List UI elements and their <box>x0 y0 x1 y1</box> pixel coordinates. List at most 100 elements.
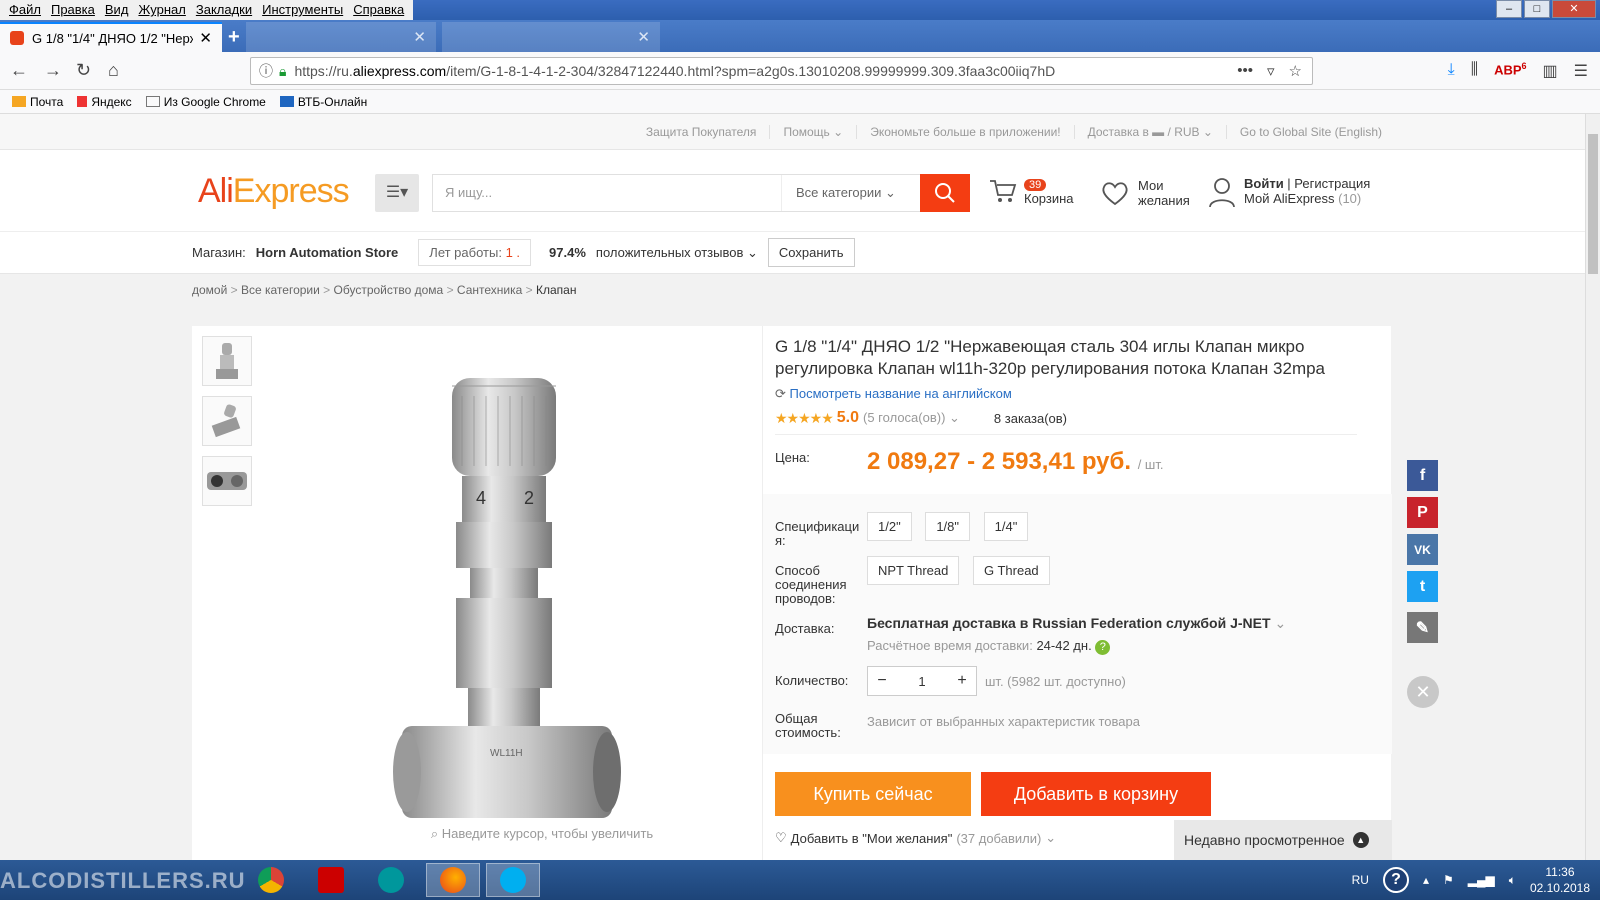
quantity-minus-button[interactable]: − <box>868 667 896 695</box>
volume-icon[interactable]: 🔈︎ <box>1509 873 1516 888</box>
spec-option-1-2[interactable]: 1/2" <box>867 512 912 541</box>
search-category-select[interactable]: Все категории ⌄ <box>782 175 920 211</box>
price-label: Цена: <box>775 450 810 465</box>
breadcrumb-home-improvement[interactable]: Обустройство дома <box>334 283 444 297</box>
vk-icon[interactable]: VK <box>1407 534 1438 565</box>
login-link[interactable]: Войти <box>1244 176 1284 191</box>
menu-edit[interactable]: Правка <box>46 0 100 20</box>
bookmark-mail[interactable]: Почта <box>12 95 63 109</box>
breadcrumb-home[interactable]: домой <box>192 283 227 297</box>
edit-pencil-icon[interactable]: ✎ <box>1407 612 1438 643</box>
add-to-cart-button[interactable]: Добавить в корзину <box>981 772 1211 816</box>
bookmark-vtb[interactable]: ВТБ-Онлайн <box>279 95 367 109</box>
connection-g-thread[interactable]: G Thread <box>972 556 1050 585</box>
library-icon[interactable]: ⫼ <box>1471 61 1478 81</box>
thumbnail-1[interactable] <box>202 336 252 386</box>
recently-viewed-bar[interactable]: Недавно просмотренное ▲ <box>1174 820 1392 860</box>
bookmark-yandex[interactable]: Яндекс <box>77 95 132 109</box>
save-store-button[interactable]: Сохранить <box>767 238 855 267</box>
language-indicator[interactable]: RU <box>1352 873 1369 887</box>
taskbar-chrome[interactable] <box>244 863 298 897</box>
flag-icon[interactable]: ⚑ <box>1443 873 1454 887</box>
scrollbar-thumb[interactable] <box>1588 134 1598 274</box>
breadcrumb-all-categories[interactable]: Все категории <box>241 283 320 297</box>
thumbnail-2[interactable] <box>202 396 252 446</box>
tray-expand-icon[interactable]: ▴ <box>1423 873 1429 887</box>
adblock-icon[interactable]: ABP6 <box>1494 61 1526 81</box>
breadcrumb-plumbing[interactable]: Сантехника <box>457 283 522 297</box>
forward-arrow-icon[interactable]: → <box>44 60 62 81</box>
back-arrow-icon[interactable]: ← <box>10 60 28 81</box>
menu-bookmarks[interactable]: Закладки <box>191 0 257 20</box>
global-site-link[interactable]: Go to Global Site (English) <box>1227 125 1395 139</box>
minimize-button[interactable]: – <box>1496 0 1522 18</box>
cart-link[interactable]: 39 Корзина <box>988 176 1074 206</box>
help-icon[interactable]: ? <box>1095 640 1111 655</box>
info-icon[interactable]: ⓘ <box>259 61 273 81</box>
taskbar-acrobat[interactable] <box>304 863 358 897</box>
page-actions-icon[interactable]: ••• <box>1237 62 1253 80</box>
spec-option-1-4[interactable]: 1/4" <box>983 512 1029 541</box>
facebook-icon[interactable]: f <box>1407 460 1438 491</box>
reload-icon[interactable]: ↻ <box>76 60 91 81</box>
signal-icon[interactable]: ▂▄▆ <box>1468 873 1495 887</box>
download-icon[interactable]: ⤓ <box>1448 61 1455 81</box>
wishlist-dropdown-icon[interactable]: ⌄ <box>1045 830 1056 846</box>
spec-option-1-8[interactable]: 1/8" <box>925 512 970 541</box>
hamburger-menu-icon[interactable]: ☰ <box>1574 61 1588 81</box>
connection-npt-thread[interactable]: NPT Thread <box>867 556 960 585</box>
page-scrollbar[interactable] <box>1585 114 1600 860</box>
taskbar-firefox[interactable] <box>426 863 480 897</box>
search-input[interactable]: Я ищу... <box>433 175 782 211</box>
menu-help[interactable]: Справка <box>348 0 409 20</box>
clock[interactable]: 11:36 02.10.2018 <box>1530 864 1590 896</box>
tab-background-2[interactable]: ✕ <box>442 22 660 52</box>
translate-title-link[interactable]: ⟳ Посмотреть название на английском <box>775 386 1012 402</box>
menu-file[interactable]: Файл <box>4 0 46 20</box>
close-share-icon[interactable]: ✕ <box>1407 676 1439 708</box>
ship-to-selector[interactable]: Доставка в ▬ / RUB ⌄ <box>1075 125 1227 139</box>
bookmark-star-icon[interactable]: ☆ <box>1289 62 1302 80</box>
help-menu[interactable]: Помощь ⌄ <box>770 125 858 139</box>
pocket-icon[interactable]: ▿ <box>1267 62 1275 80</box>
help-icon[interactable]: ? <box>1382 867 1409 893</box>
store-name-link[interactable]: Horn Automation Store <box>256 245 399 260</box>
tab-close-icon[interactable]: ✕ <box>413 28 426 46</box>
thumbnail-3[interactable] <box>202 456 252 506</box>
menu-view[interactable]: Вид <box>100 0 134 20</box>
product-main-image[interactable]: 4 2 WL11H ⌕ Наведите курсор, чтобы увели… <box>262 326 754 860</box>
quantity-plus-button[interactable]: + <box>948 667 976 695</box>
register-link[interactable]: Регистрация <box>1294 176 1370 191</box>
pinterest-icon[interactable]: P <box>1407 497 1438 528</box>
tab-close-icon[interactable]: ✕ <box>637 28 650 46</box>
maximize-button[interactable]: □ <box>1524 0 1550 18</box>
aliexpress-logo[interactable]: AliExpress <box>198 172 350 211</box>
positive-feedback-label[interactable]: положительных отзывов ⌄ <box>596 245 758 261</box>
sidebar-icon[interactable]: ▥ <box>1543 61 1558 81</box>
bookmark-folder-chrome[interactable]: Из Google Chrome <box>145 95 266 109</box>
twitter-icon[interactable]: t <box>1407 571 1438 602</box>
menu-tools[interactable]: Инструменты <box>257 0 348 20</box>
buyer-protection-link[interactable]: Защита Покупателя <box>633 125 771 139</box>
delivery-dropdown-icon[interactable]: ⌄ <box>1274 615 1286 631</box>
new-tab-icon[interactable]: + <box>228 26 240 49</box>
my-aliexpress-link[interactable]: Мой AliExpress <box>1244 191 1335 206</box>
quantity-input[interactable]: 1 <box>896 667 948 695</box>
home-icon[interactable]: ⌂ <box>108 60 119 81</box>
wishlist-link[interactable]: Мои желания <box>1100 178 1190 208</box>
tab-close-icon[interactable]: ✕ <box>199 29 212 47</box>
buy-now-button[interactable]: Купить сейчас <box>775 772 971 816</box>
tab-background-1[interactable]: ✕ <box>246 22 436 52</box>
categories-menu-icon[interactable]: ☰▾ <box>375 174 419 212</box>
tab-aliexpress[interactable]: G 1/8 "1/4" ДНЯО 1/2 "Нержав ✕ <box>0 22 222 52</box>
votes-link[interactable]: (5 голоса(ов)) ⌄ <box>863 410 960 426</box>
delivery-method[interactable]: Бесплатная доставка в Russian Federation… <box>867 615 1286 632</box>
window-close-button[interactable]: ✕ <box>1552 0 1596 18</box>
add-to-wishlist-link[interactable]: ♡ Добавить в "Мои желания" (37 добавили)… <box>775 830 1056 846</box>
taskbar-arduino[interactable] <box>364 863 418 897</box>
search-button[interactable] <box>920 174 970 212</box>
app-promo-link[interactable]: Экономьте больше в приложении! <box>857 125 1075 139</box>
menu-history[interactable]: Журнал <box>133 0 190 20</box>
url-bar[interactable]: ⓘ 🔒︎ https://ru.aliexpress.com/item/G-1-… <box>250 57 1313 85</box>
taskbar-skype[interactable] <box>486 863 540 897</box>
